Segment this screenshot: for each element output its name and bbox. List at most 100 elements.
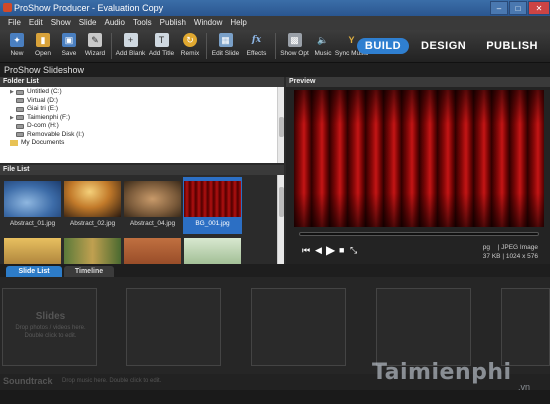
slide-slot[interactable] [251,288,346,366]
toolbar-separator [111,33,112,59]
soundtrack-hint: Drop music here. Double click to edit. [62,378,162,384]
drive-icon [16,89,24,95]
folder-item[interactable]: D-com (H:) [0,122,277,131]
folder-item[interactable]: Giai tri (E:) [0,105,277,114]
open-label: Open [35,50,51,57]
mode-switcher: BUILD DESIGN PUBLISH [356,38,546,54]
menu-edit[interactable]: Edit [25,16,47,30]
file-thumbnail[interactable] [63,235,122,264]
file-thumbnail-selected[interactable]: BG_001.jpg [183,177,242,234]
folder-list: ▶ Untitled (C:) Virtual (D:) Giai tri (E… [0,87,277,163]
show-options-button[interactable]: ▩ Show Opt [279,30,310,62]
edit-slide-icon: ▦ [218,33,233,47]
wizard-button[interactable]: ✎ Wizard [82,30,108,62]
menu-window[interactable]: Window [190,16,226,30]
effects-button[interactable]: fx Effects [241,30,272,62]
slide-slot[interactable] [376,288,471,366]
show-options-label: Show Opt [280,50,309,57]
watermark-suffix: .vn [518,382,531,392]
save-button[interactable]: ▣ Save [56,30,82,62]
playback-scrubber[interactable] [299,232,539,236]
preview-panel: ⏮ ◀ ▶ ■ ⤡ pg | JPEG Image 37 KB | 1024 x… [286,87,550,264]
edit-slide-label: Edit Slide [211,50,240,57]
menu-slide[interactable]: Slide [75,16,101,30]
file-thumbnail[interactable] [183,235,242,264]
toolbar-separator [275,33,276,59]
save-disk-icon: ▣ [62,33,76,47]
menu-file[interactable]: File [4,16,25,30]
menu-show[interactable]: Show [47,16,75,30]
build-mode-button[interactable]: BUILD [356,38,410,54]
drive-icon [16,115,24,121]
add-title-button[interactable]: T Add Title [146,30,177,62]
folder-item[interactable]: Removable Disk (I:) [0,131,277,140]
menu-audio[interactable]: Audio [101,16,129,30]
slide-slot[interactable] [501,288,550,366]
preview-dimensions: 1024 x 576 [505,253,538,260]
add-blank-label: Add Blank [115,50,146,57]
preview-header: Preview [286,77,550,87]
design-mode-button[interactable]: DESIGN [413,38,474,54]
tab-timeline[interactable]: Timeline [64,266,114,277]
file-thumbnail[interactable] [123,235,182,264]
tab-slide-list[interactable]: Slide List [6,266,62,277]
preview-image-curtain [294,90,544,227]
drive-icon [16,123,24,129]
file-thumbnail[interactable]: Abstract_04.jpg [123,177,182,234]
meta-separator: | [502,253,505,260]
wizard-label: Wizard [84,50,106,57]
thumbnail-caption: Abstract_02.jpg [69,220,116,227]
open-button[interactable]: ▮ Open [30,30,56,62]
folder-item-label: Removable Disk (I:) [27,130,85,138]
music-button[interactable]: 🔈 Music [310,30,336,62]
scrollbar-thumb[interactable] [279,187,284,217]
file-thumbnail[interactable]: Abstract_02.jpg [63,177,122,234]
menu-help[interactable]: Help [226,16,250,30]
thumbnail-image [184,181,241,217]
folder-item[interactable]: Virtual (D:) [0,97,277,106]
remix-button[interactable]: ↻ Remix [177,30,203,62]
add-title-icon: T [154,33,169,47]
edit-slide-button[interactable]: ▦ Edit Slide [210,30,241,62]
folder-item[interactable]: My Documents [0,139,277,148]
slide-slot[interactable] [126,288,221,366]
file-separator: | [497,244,500,251]
slides-placeholder-hint: Drop photos / videos here. Double click … [3,324,98,340]
stop-icon[interactable]: ■ [339,245,344,255]
slides-hint-line: Double click to edit. [24,333,77,339]
fullscreen-icon[interactable]: ⤡ [350,245,357,256]
watermark-logo: Taimienphi [372,360,512,385]
file-list-scrollbar[interactable] [277,175,284,264]
thumbnail-image [64,181,121,217]
close-icon[interactable]: ✕ [528,1,550,15]
maximize-icon[interactable]: □ [509,1,527,15]
skip-back-icon[interactable]: ⏮ [302,245,310,256]
slide-slot[interactable]: Slides Drop photos / videos here. Double… [2,288,97,366]
file-thumbnail[interactable] [3,235,62,264]
play-icon[interactable]: ▶ [326,243,335,257]
rewind-icon[interactable]: ◀ [315,245,322,256]
add-blank-button[interactable]: + Add Blank [115,30,146,62]
wizard-icon: ✎ [88,33,102,47]
status-bar [0,390,550,404]
title-bar: ProShow Producer - Evaluation Copy – □ ✕ [0,0,550,16]
new-label: New [10,50,24,57]
publish-mode-button[interactable]: PUBLISH [478,38,546,54]
thumbnail-image [124,181,181,217]
scrollbar-thumb[interactable] [279,117,284,137]
thumbnail-image [124,238,181,264]
soundtrack-title: Soundtrack [3,376,53,386]
folder-item[interactable]: ▶ Untitled (C:) [0,88,277,97]
menu-tools[interactable]: Tools [129,16,156,30]
new-button[interactable]: ✦ New [4,30,30,62]
thumbnail-image [4,181,61,217]
folder-icon [10,140,18,147]
curtain-shading [294,90,544,227]
minimize-icon[interactable]: – [490,1,508,15]
folder-item[interactable]: ▶ Taimienphi (F:) [0,114,277,123]
window-controls: – □ ✕ [489,0,550,16]
file-thumbnail[interactable]: Abstract_01.jpg [3,177,62,234]
folder-item-label: Virtual (D:) [27,96,58,104]
folder-list-scrollbar[interactable] [277,87,284,163]
menu-publish[interactable]: Publish [156,16,190,30]
